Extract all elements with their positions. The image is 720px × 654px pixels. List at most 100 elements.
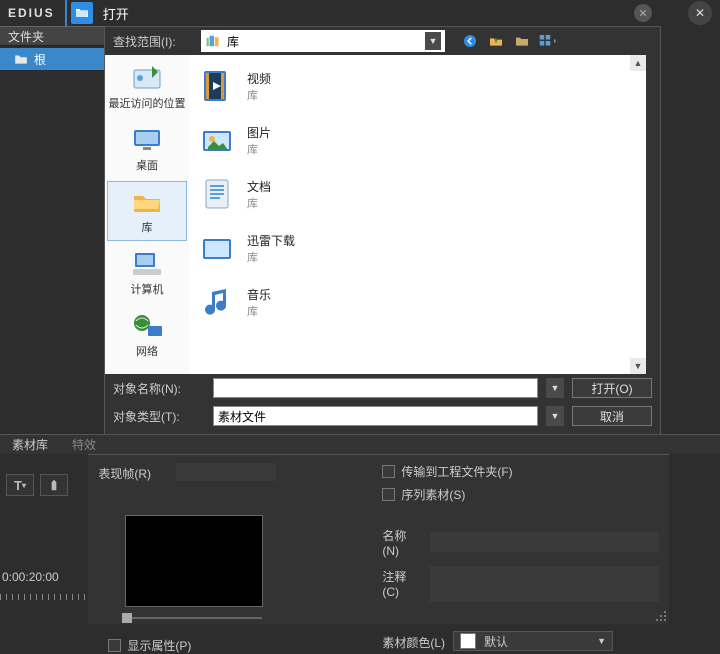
- checkbox-icon: [382, 465, 395, 478]
- clipcolor-combobox[interactable]: 默认 ▼: [453, 631, 613, 651]
- library-title: 音乐: [247, 286, 271, 303]
- transfer-checkbox-row[interactable]: 传输到工程文件夹(F): [382, 463, 659, 480]
- repframe-field[interactable]: [176, 463, 276, 481]
- right-gutter: [660, 26, 720, 434]
- filetype-dropdown[interactable]: ▼: [546, 406, 564, 426]
- lookin-row: 查找范围(I): 库 ▼: [105, 27, 660, 55]
- timeline-ruler[interactable]: [0, 594, 88, 604]
- left-panel: 文件夹 根: [0, 26, 104, 434]
- name-label: 名称(N): [382, 525, 419, 558]
- nav-up-button[interactable]: [487, 32, 505, 50]
- library-sub: 库: [247, 87, 271, 103]
- library-title: 视频: [247, 70, 271, 87]
- scroll-up-arrow[interactable]: ▲: [630, 55, 646, 71]
- music-library-icon: [197, 282, 237, 322]
- libraries-icon: [205, 33, 223, 49]
- dialog-title: 打开: [103, 4, 129, 23]
- root-folder-label: 根: [34, 51, 46, 68]
- library-item-music[interactable]: 音乐库: [189, 275, 646, 329]
- lower-left-panel: T▾ 0:00:20:00: [0, 454, 88, 624]
- checkbox-icon: [108, 639, 121, 652]
- name-field[interactable]: [430, 532, 659, 552]
- file-list[interactable]: 视频库 图片库 文档库 迅雷下载库: [189, 55, 646, 374]
- library-item-videos[interactable]: 视频库: [189, 59, 646, 113]
- scrub-slider[interactable]: [118, 613, 270, 623]
- browse-row: 最近访问的位置 桌面 库 计算机 网络: [105, 55, 660, 374]
- lookin-value: 库: [227, 33, 239, 50]
- folder-open-icon: [74, 5, 90, 21]
- pictures-library-icon: [197, 120, 237, 160]
- downloads-library-icon: [197, 228, 237, 268]
- comment-field[interactable]: [430, 566, 659, 602]
- filetype-value: 素材文件: [218, 408, 266, 425]
- showprops-checkbox-row[interactable]: 显示属性(P): [108, 637, 336, 654]
- resize-grip[interactable]: [653, 608, 667, 622]
- place-label: 桌面: [136, 157, 158, 173]
- lookin-label: 查找范围(I):: [113, 33, 195, 50]
- sequence-checkbox-row[interactable]: 序列素材(S): [382, 486, 659, 503]
- dialog-close-button[interactable]: ✕: [634, 4, 652, 22]
- recent-icon: [129, 63, 165, 93]
- libraries-icon: [129, 187, 165, 217]
- root-folder-row[interactable]: 根: [0, 48, 104, 70]
- clip-properties-panel: ✕ 表现帧(R) 传输到工程文件夹(F) 序列素材(S) 名称(N): [88, 454, 669, 624]
- place-network[interactable]: 网络: [107, 305, 187, 365]
- open-folder-icon-button[interactable]: [71, 2, 93, 24]
- lower-section: T▾ 0:00:20:00 ✕ 表现帧(R) 传输到工程文件夹(F) 序列素材(…: [0, 454, 720, 624]
- showprops-label: 显示属性(P): [127, 637, 191, 654]
- filetype-combobox[interactable]: 素材文件: [213, 406, 538, 426]
- main-area: 文件夹 根 查找范围(I): 库 ▼: [0, 26, 720, 434]
- place-label: 网络: [136, 343, 158, 359]
- repframe-label: 表现帧(R): [98, 463, 168, 482]
- video-library-icon: [197, 66, 237, 106]
- lookin-combobox[interactable]: 库 ▼: [201, 30, 445, 52]
- left-panel-header: 文件夹: [0, 26, 104, 46]
- folder-icon: [14, 53, 28, 65]
- place-desktop[interactable]: 桌面: [107, 119, 187, 179]
- place-computer[interactable]: 计算机: [107, 243, 187, 303]
- filename-fields: 对象名称(N): ▼ 打开(O) 对象类型(T): 素材文件 ▼ 取消: [105, 374, 660, 434]
- filename-input[interactable]: [213, 378, 538, 398]
- thumbnail-preview: [125, 515, 263, 607]
- filetype-label: 对象类型(T):: [113, 408, 205, 425]
- place-label: 最近访问的位置: [109, 95, 186, 111]
- place-recent[interactable]: 最近访问的位置: [107, 57, 187, 117]
- place-libraries[interactable]: 库: [107, 181, 187, 241]
- library-title: 图片: [247, 124, 271, 141]
- app-close-button[interactable]: ✕: [688, 1, 712, 25]
- nav-views-button[interactable]: [539, 32, 557, 50]
- chevron-down-icon: ▼: [597, 636, 606, 646]
- library-sub: 库: [247, 303, 271, 319]
- color-swatch-icon: [460, 633, 476, 649]
- library-item-pictures[interactable]: 图片库: [189, 113, 646, 167]
- network-icon: [129, 311, 165, 341]
- titlebar: EDIUS 打开 ✕ ✕: [0, 0, 720, 26]
- library-sub: 库: [247, 141, 271, 157]
- text-tool-button[interactable]: T▾: [6, 474, 34, 496]
- library-sub: 库: [247, 249, 295, 265]
- library-sub: 库: [247, 195, 271, 211]
- cancel-button[interactable]: 取消: [572, 406, 652, 426]
- marker-tool-button[interactable]: [40, 474, 68, 496]
- open-button[interactable]: 打开(O): [572, 378, 652, 398]
- computer-icon: [129, 249, 165, 279]
- filename-dropdown[interactable]: ▼: [546, 378, 564, 398]
- places-bar: 最近访问的位置 桌面 库 计算机 网络: [105, 55, 189, 374]
- app-logo: EDIUS: [0, 6, 63, 20]
- desktop-icon: [129, 125, 165, 155]
- library-item-xunlei[interactable]: 迅雷下载库: [189, 221, 646, 275]
- lower-right-gutter: [669, 454, 720, 624]
- library-item-documents[interactable]: 文档库: [189, 167, 646, 221]
- documents-library-icon: [197, 174, 237, 214]
- tab-effects[interactable]: 特效: [60, 433, 108, 456]
- checkbox-icon: [382, 488, 395, 501]
- nav-back-button[interactable]: [461, 32, 479, 50]
- scroll-down-arrow[interactable]: ▼: [630, 358, 646, 374]
- transfer-label: 传输到工程文件夹(F): [401, 463, 512, 480]
- clipcolor-value: 默认: [484, 633, 508, 650]
- tab-bin[interactable]: 素材库: [0, 433, 60, 456]
- open-dialog: 查找范围(I): 库 ▼ 最近访问的位置 桌面: [104, 26, 660, 434]
- place-label: 计算机: [131, 281, 164, 297]
- nav-newfolder-button[interactable]: [513, 32, 531, 50]
- clipcolor-label: 素材颜色(L): [382, 632, 445, 651]
